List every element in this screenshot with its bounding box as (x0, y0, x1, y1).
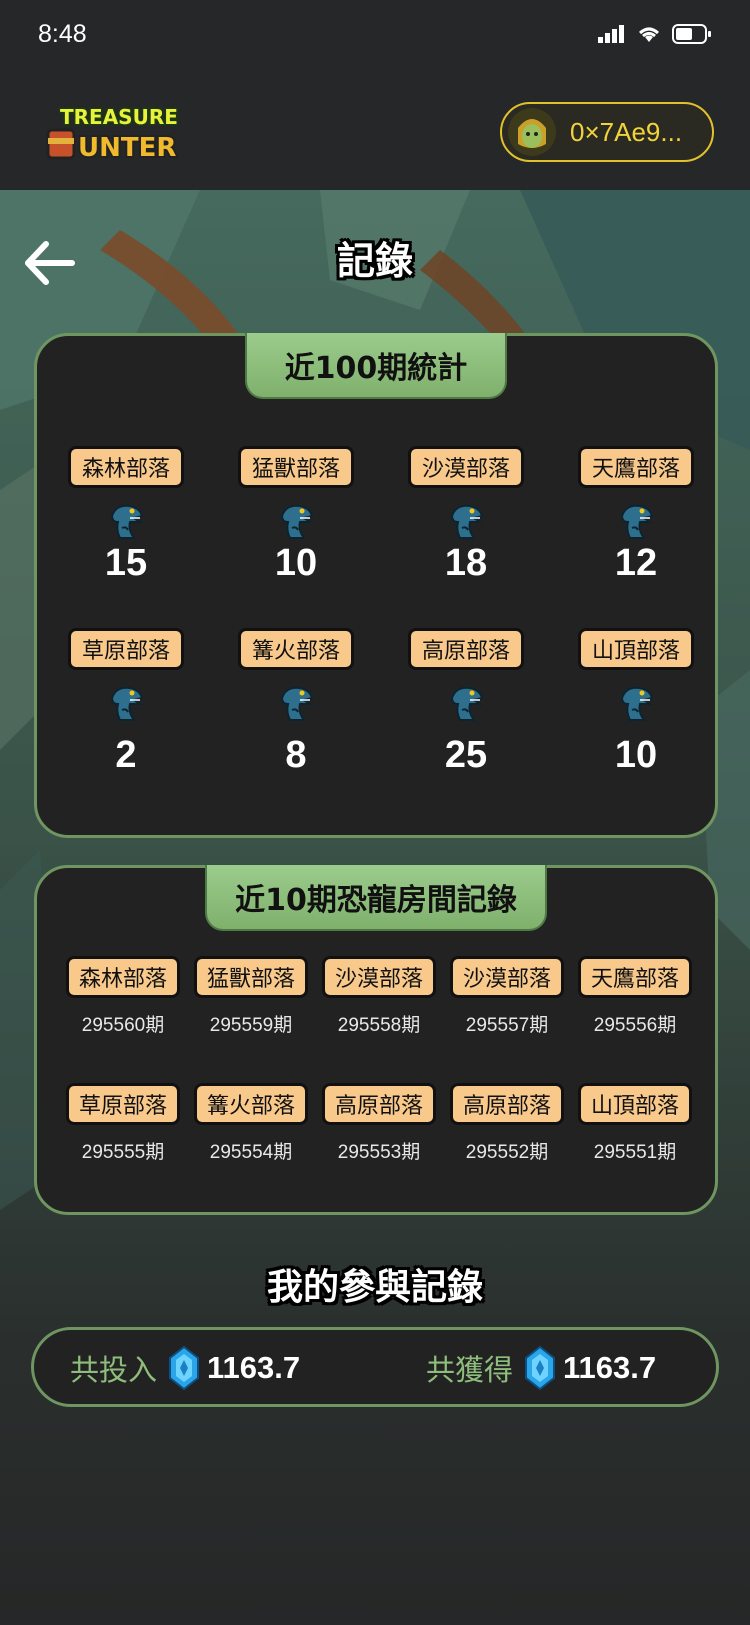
history-item: 沙漠部落 295557期 (443, 956, 571, 1037)
dino-icon (451, 504, 483, 539)
stat-item: 猛獸部落 10 (221, 446, 371, 585)
issue-number: 295555期 (81, 1142, 165, 1163)
tribe-tag: 高原部落 (322, 1083, 436, 1125)
invested-label: 共投入 (70, 1353, 158, 1387)
history-item: 高原部落 295552期 (443, 1083, 571, 1164)
issue-number: 295556期 (593, 1015, 677, 1036)
history-item: 山頂部落 295551期 (571, 1083, 699, 1164)
stat-count: 10 (614, 734, 658, 776)
issue-number: 295551期 (593, 1142, 677, 1163)
stat-item: 沙漠部落 18 (391, 446, 541, 585)
dino-icon (621, 504, 653, 539)
dino-icon (111, 504, 143, 539)
invested-value: 1163.7 (207, 1350, 301, 1385)
history-panel-title: 近10期恐龍房間記錄 (205, 865, 547, 931)
issue-number: 295558期 (337, 1015, 421, 1036)
tribe-tag: 森林部落 (66, 956, 180, 998)
status-time: 8:48 (38, 20, 87, 48)
wallet-button[interactable]: 0×7Ae9... (500, 102, 714, 162)
tribe-tag: 森林部落 (68, 446, 184, 488)
treasure-hunter-logo: TREASURE UNTER (46, 104, 179, 164)
gem-icon (525, 1346, 556, 1390)
issue-number: 295560期 (81, 1015, 165, 1036)
tribe-tag: 篝火部落 (238, 628, 354, 670)
tribe-tag: 猛獸部落 (238, 446, 354, 488)
earned-group: 共獲得 1163.7 (426, 1346, 656, 1390)
tribe-tag: 沙漠部落 (408, 446, 524, 488)
my-records-title: 我的參與記錄 (266, 1267, 483, 1308)
history-item: 沙漠部落 295558期 (315, 956, 443, 1037)
dino-icon (281, 686, 313, 721)
stat-item: 篝火部落 8 (221, 628, 371, 777)
stat-item: 天鷹部落 12 (561, 446, 711, 585)
earned-value: 1163.7 (563, 1350, 657, 1385)
svg-text:TREASURE: TREASURE (60, 105, 178, 129)
tribe-tag: 天鷹部落 (578, 446, 694, 488)
stat-count: 8 (285, 734, 307, 776)
tribe-tag: 草原部落 (66, 1083, 180, 1125)
stat-count: 15 (104, 542, 148, 584)
stats-panel-title: 近100期統計 (245, 333, 507, 399)
dino-icon (111, 686, 143, 721)
wifi-icon (639, 27, 659, 42)
issue-number: 295553期 (337, 1142, 421, 1163)
wallet-address: 0×7Ae9... (570, 116, 683, 147)
my-records-summary: 共投入 1163.7 共獲得 1163.7 (31, 1327, 719, 1407)
gem-icon (169, 1346, 200, 1390)
history-item: 篝火部落 295554期 (187, 1083, 315, 1164)
tribe-tag: 篝火部落 (194, 1083, 308, 1125)
stat-count: 12 (614, 542, 658, 584)
battery-icon (672, 24, 711, 44)
history-item: 猛獸部落 295559期 (187, 956, 315, 1037)
app-header: TREASURE UNTER 0×7Ae9... (0, 70, 750, 190)
svg-text:UNTER: UNTER (78, 133, 176, 163)
tribe-tag: 天鷹部落 (578, 956, 692, 998)
dino-icon (451, 686, 483, 721)
stat-count: 25 (444, 734, 488, 776)
status-bar: 8:48 (0, 0, 750, 70)
tribe-tag: 猛獸部落 (194, 956, 308, 998)
invested-group: 共投入 1163.7 (70, 1346, 300, 1390)
stat-count: 18 (444, 542, 488, 584)
stat-item: 草原部落 2 (51, 628, 201, 777)
tribe-tag: 高原部落 (450, 1083, 564, 1125)
stats-panel: 近100期統計 森林部落 15 猛獸部落 10 沙漠部落 18 天鷹部落 12 … (34, 333, 718, 838)
stat-count: 10 (274, 542, 318, 584)
tribe-tag: 草原部落 (68, 628, 184, 670)
stat-item: 森林部落 15 (51, 446, 201, 585)
page-title: 記錄 (336, 239, 413, 283)
issue-number: 295552期 (465, 1142, 549, 1163)
dino-icon (281, 504, 313, 539)
signal-icon (598, 25, 624, 43)
tribe-tag: 山頂部落 (578, 628, 694, 670)
history-item: 草原部落 295555期 (59, 1083, 187, 1164)
stat-count: 2 (115, 734, 137, 776)
avatar (508, 108, 556, 156)
issue-number: 295559期 (209, 1015, 293, 1036)
dino-icon (621, 686, 653, 721)
issue-number: 295557期 (465, 1015, 549, 1036)
stat-item: 山頂部落 10 (561, 628, 711, 777)
status-icons (598, 24, 712, 44)
history-item: 天鷹部落 295556期 (571, 956, 699, 1037)
earned-label: 共獲得 (426, 1353, 514, 1387)
tribe-tag: 沙漠部落 (450, 956, 564, 998)
history-panel: 近10期恐龍房間記錄 森林部落 295560期 猛獸部落 295559期 沙漠部… (34, 865, 718, 1215)
issue-number: 295554期 (209, 1142, 293, 1163)
history-item: 高原部落 295553期 (315, 1083, 443, 1164)
history-item: 森林部落 295560期 (59, 956, 187, 1037)
tribe-tag: 山頂部落 (578, 1083, 692, 1125)
tribe-tag: 沙漠部落 (322, 956, 436, 998)
tribe-tag: 高原部落 (408, 628, 524, 670)
stat-item: 高原部落 25 (391, 628, 541, 777)
